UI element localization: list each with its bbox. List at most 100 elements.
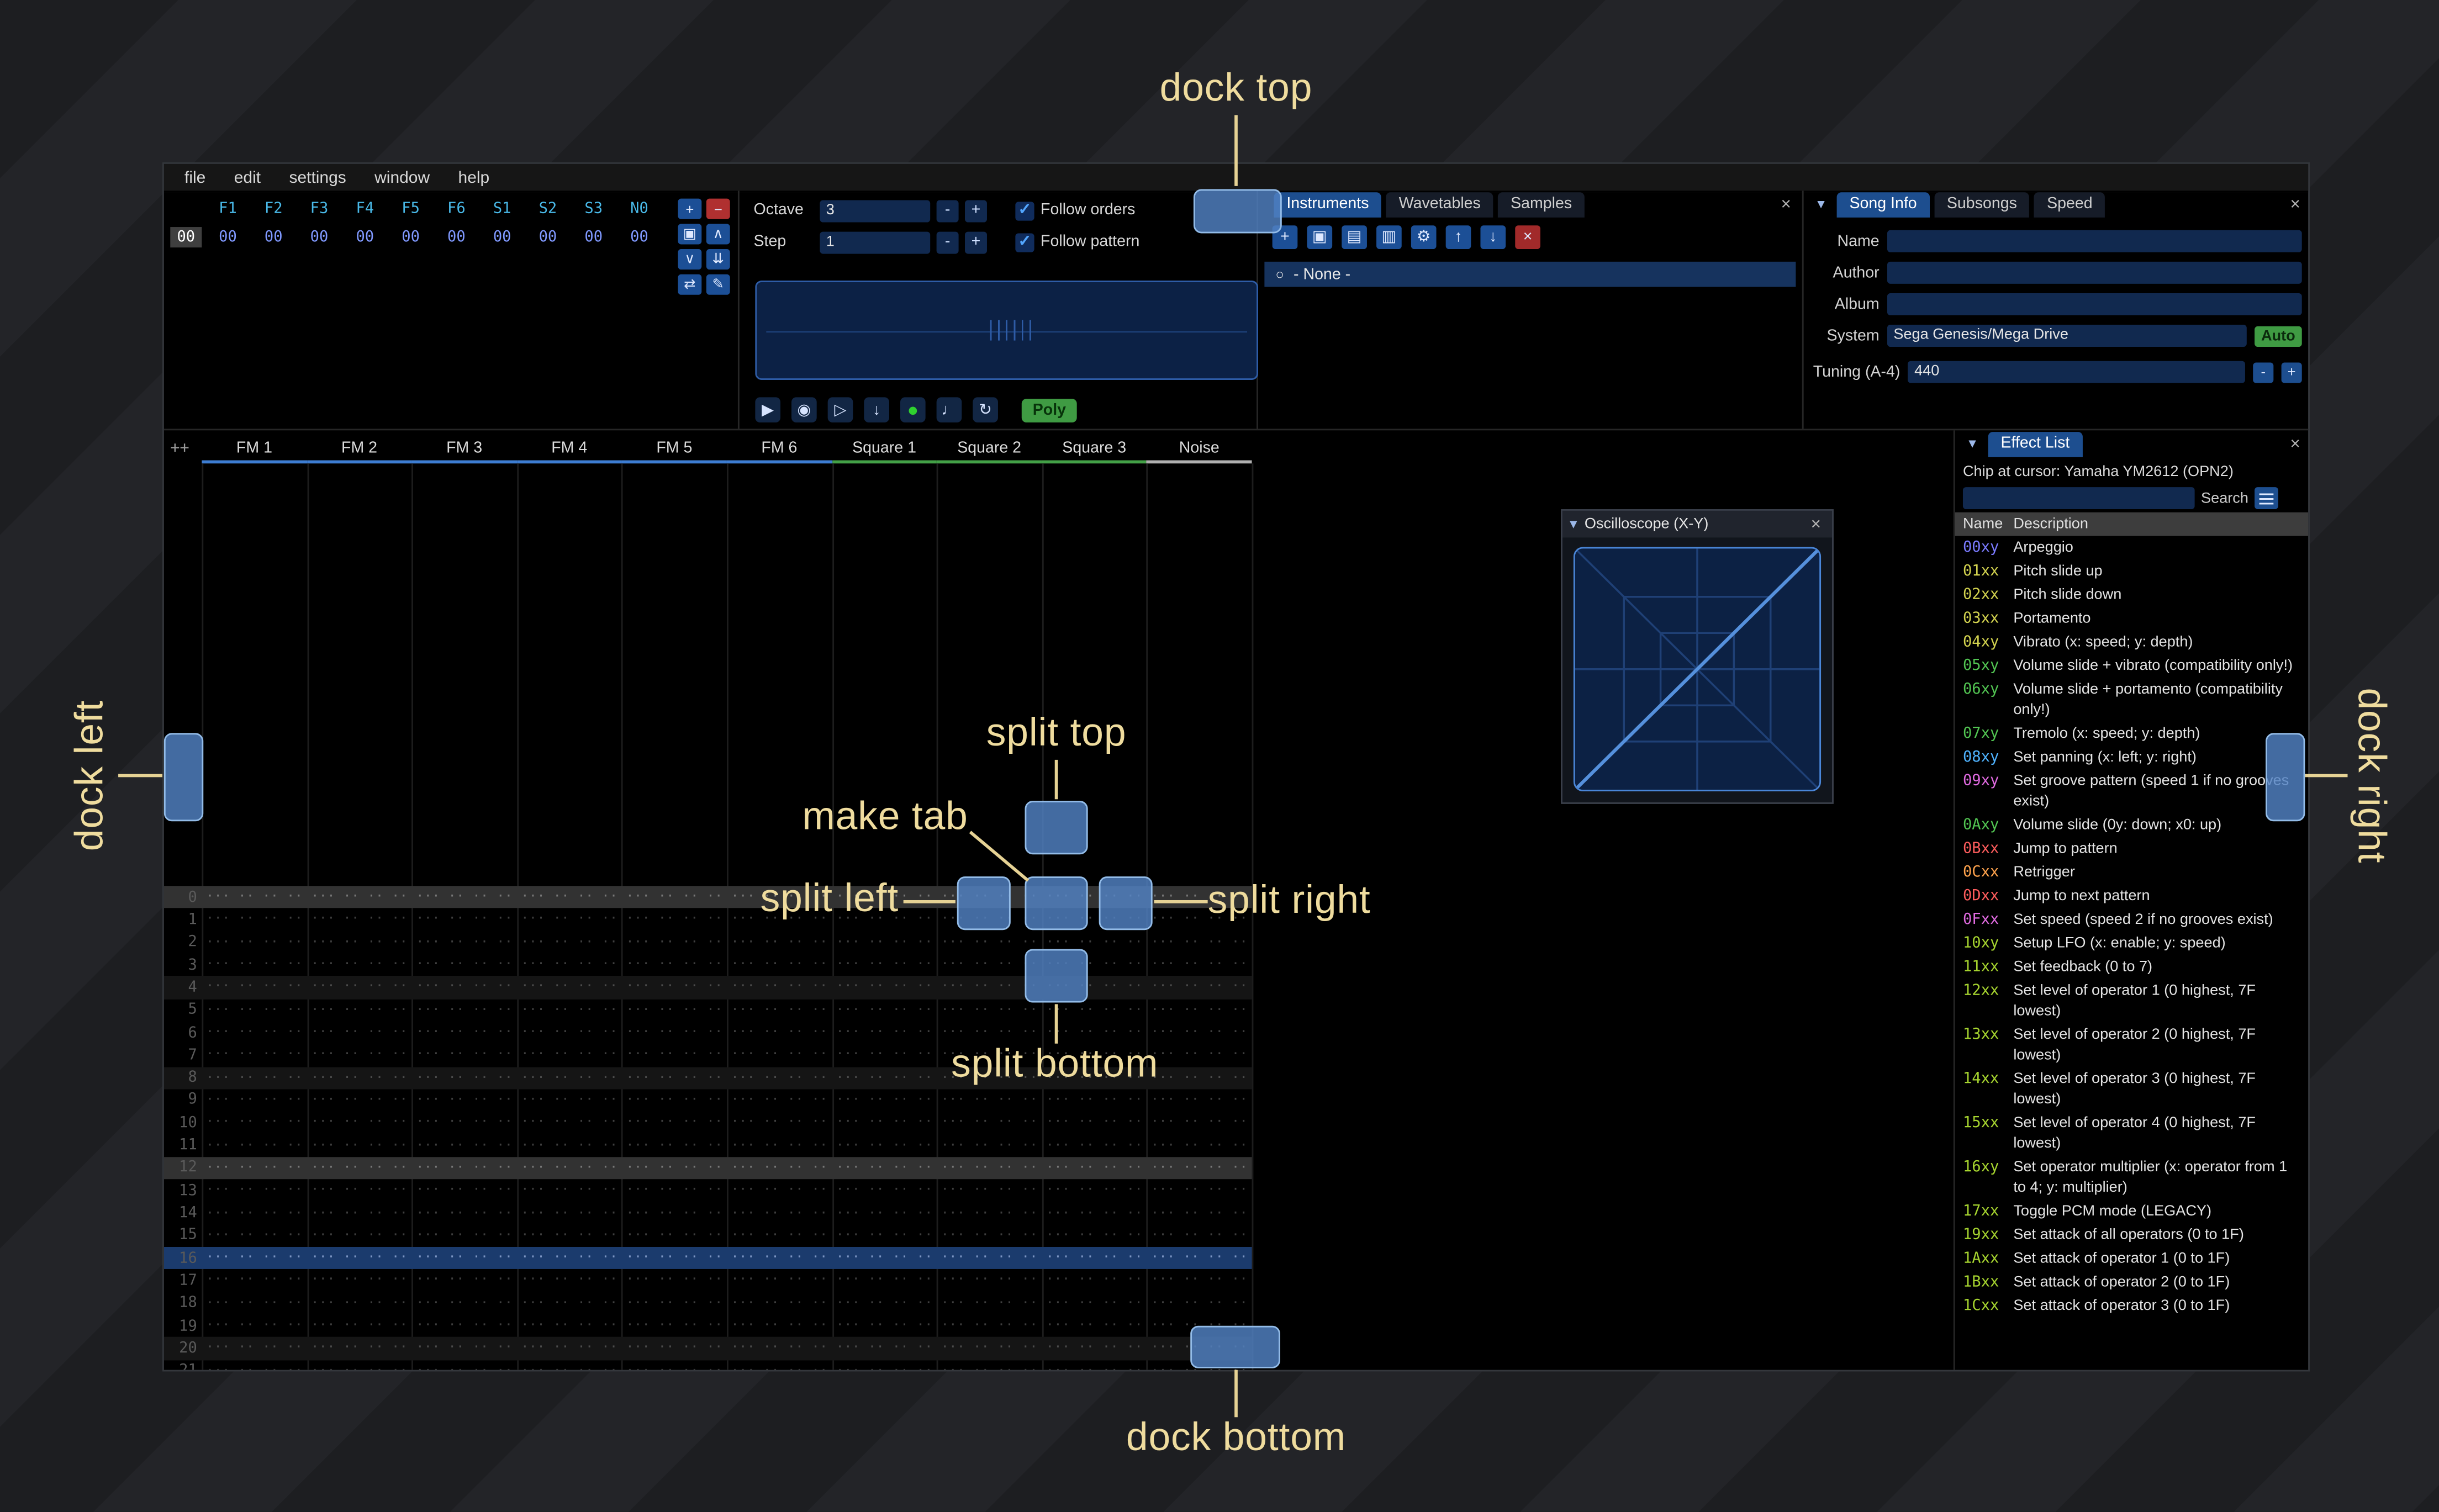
pattern-cell[interactable]: ··· ·· ·· ·· (1042, 1138, 1147, 1154)
menu-item-edit[interactable]: edit (220, 168, 275, 187)
pattern-cell[interactable]: ··· ·· ·· ·· (202, 1296, 307, 1312)
order-move-down-button[interactable]: ∨ (678, 249, 702, 270)
order-change-all-button[interactable]: ⇄ (678, 274, 702, 295)
pattern-cell[interactable]: ··· ·· ·· ·· (307, 1318, 411, 1334)
effect-row[interactable]: 05xy Volume slide + vibrato (compatibilit… (1955, 654, 2308, 678)
pattern-cell[interactable]: ··· ·· ·· ·· (832, 1273, 937, 1289)
pattern-cell[interactable]: ··· ·· ·· ·· (202, 980, 307, 996)
tuning-increase-button[interactable]: + (2281, 362, 2302, 383)
pattern-cell[interactable]: ··· ·· ·· ·· (307, 1250, 411, 1266)
order-cell[interactable]: 00 (571, 229, 616, 246)
effect-row[interactable]: 03xx Portamento (1955, 607, 2308, 631)
pattern-cell[interactable]: ··· ·· ·· ·· (202, 1160, 307, 1176)
channel-header-noise[interactable]: Noise (1147, 437, 1252, 464)
oscilloscope-titlebar[interactable]: ▼ Oscilloscope (X-Y) × (1562, 510, 1833, 538)
tab-speed[interactable]: Speed (2034, 192, 2105, 218)
effect-row[interactable]: 0Cxx Retrigger (1955, 861, 2308, 885)
pattern-cell[interactable]: ··· ·· ·· ·· (937, 934, 1042, 950)
pattern-cell[interactable]: ··· ·· ·· ·· (202, 1002, 307, 1018)
pattern-cell[interactable]: ··· ·· ·· ·· (1042, 1183, 1147, 1199)
pattern-cell[interactable]: ··· ·· ·· ·· (1147, 1183, 1252, 1199)
pattern-cell[interactable]: ··· ·· ·· ·· (412, 1318, 517, 1334)
pattern-cell[interactable]: ··· ·· ·· ·· (727, 980, 832, 996)
pattern-cell[interactable]: ··· ·· ·· ·· (517, 1341, 622, 1357)
order-cell[interactable]: 00 (388, 229, 434, 246)
pattern-cell[interactable]: ··· ·· ·· ·· (727, 1160, 832, 1176)
tab-song-info[interactable]: Song Info (1836, 192, 1930, 218)
pattern-cell[interactable]: ··· ·· ·· ·· (832, 957, 937, 973)
pattern-cell[interactable]: ··· ·· ·· ·· (202, 1205, 307, 1221)
pattern-cell[interactable]: ··· ·· ·· ·· (517, 1115, 622, 1131)
octave-increase-button[interactable]: + (965, 199, 987, 222)
effect-row[interactable]: 15xx Set level of operator 4 (0 highest, … (1955, 1111, 2308, 1155)
pattern-cell[interactable]: ··· ·· ·· ·· (622, 1047, 727, 1063)
menu-item-window[interactable]: window (360, 168, 444, 187)
order-cell[interactable]: 00 (342, 229, 388, 246)
play-button[interactable]: ▶ (755, 397, 781, 423)
pattern-cell[interactable]: ··· ·· ·· ·· (832, 1363, 937, 1370)
auto-system-button[interactable]: Auto (2255, 325, 2302, 346)
pattern-cell[interactable]: ··· ·· ·· ·· (307, 912, 411, 928)
channel-header-fm-1[interactable]: FM 1 (202, 437, 307, 464)
pattern-cell[interactable]: ··· ·· ·· ·· (517, 1273, 622, 1289)
pattern-cell[interactable]: ··· ·· ·· ·· (937, 1228, 1042, 1244)
album-field[interactable] (1887, 293, 2302, 315)
pattern-cell[interactable]: ··· ·· ·· ·· (727, 1002, 832, 1018)
pattern-cell[interactable]: ··· ·· ·· ·· (727, 1047, 832, 1063)
dock-right-target[interactable] (2266, 733, 2305, 822)
order-row-index[interactable]: 00 (170, 227, 202, 248)
effect-row[interactable]: 04xy Vibrato (x: speed; y: depth) (1955, 631, 2308, 654)
split-bottom-target[interactable] (1025, 949, 1088, 1003)
pattern-cell[interactable]: ··· ·· ·· ·· (937, 1205, 1042, 1221)
pattern-cell[interactable]: ··· ·· ·· ·· (1042, 1250, 1147, 1266)
pattern-cell[interactable]: ··· ·· ·· ·· (517, 1296, 622, 1312)
pattern-cell[interactable]: ··· ·· ·· ·· (517, 1138, 622, 1154)
order-cell[interactable]: 00 (434, 229, 479, 246)
octave-input[interactable]: 3 (820, 199, 931, 222)
pattern-cell[interactable]: ··· ·· ·· ·· (202, 1363, 307, 1370)
piano-widget[interactable] (755, 281, 1258, 380)
author-field[interactable] (1887, 261, 2302, 284)
instrument-move-up-button[interactable]: ↑ (1445, 225, 1471, 250)
pattern-cell[interactable]: ··· ·· ·· ·· (622, 1273, 727, 1289)
channel-header-fm-3[interactable]: FM 3 (411, 437, 517, 464)
pattern-cell[interactable]: ··· ·· ·· ·· (1042, 1296, 1147, 1312)
split-top-target[interactable] (1025, 801, 1088, 855)
close-icon[interactable]: × (1781, 195, 1791, 214)
order-duplicate-button[interactable]: ▣ (678, 224, 702, 245)
pattern-cell[interactable]: ··· ·· ·· ·· (202, 1341, 307, 1357)
effect-row[interactable]: 11xx Set feedback (0 to 7) (1955, 955, 2308, 979)
pattern-cell[interactable]: ··· ·· ·· ·· (517, 1205, 622, 1221)
pattern-cell[interactable]: ··· ·· ·· ·· (937, 1318, 1042, 1334)
effect-row[interactable]: 00xy Arpeggio (1955, 536, 2308, 560)
pattern-cell[interactable]: ··· ·· ·· ·· (937, 1115, 1042, 1131)
pattern-cell[interactable]: ··· ·· ·· ·· (1042, 1273, 1147, 1289)
pattern-cell[interactable]: ··· ·· ·· ·· (517, 980, 622, 996)
close-icon[interactable]: × (1811, 515, 1821, 533)
pattern-cell[interactable]: ··· ·· ·· ·· (622, 1228, 727, 1244)
pattern-cell[interactable]: ··· ·· ·· ·· (622, 934, 727, 950)
effect-row[interactable]: 16xy Set operator multiplier (x: operator… (1955, 1155, 2308, 1199)
pattern-cell[interactable]: ··· ·· ·· ·· (517, 1002, 622, 1018)
pattern-cell[interactable]: ··· ·· ·· ·· (1042, 1115, 1147, 1131)
system-field[interactable]: Sega Genesis/Mega Drive (1887, 325, 2247, 347)
instrument-list-item[interactable]: ○ - None - (1264, 261, 1796, 287)
pattern-cell[interactable]: ··· ·· ·· ·· (1042, 1092, 1147, 1108)
effect-row[interactable]: 09xy Set groove pattern (speed 1 if no gr… (1955, 769, 2308, 813)
pattern-cell[interactable]: ··· ·· ·· ·· (622, 1092, 727, 1108)
pattern-cell[interactable]: ··· ·· ·· ·· (832, 1025, 937, 1041)
pattern-cell[interactable]: ··· ·· ·· ·· (1147, 957, 1252, 973)
effect-row[interactable]: 0Fxx Set speed (speed 2 if no grooves exi… (1955, 908, 2308, 932)
pattern-cell[interactable]: ··· ·· ·· ·· (307, 1160, 411, 1176)
step-decrease-button[interactable]: - (936, 231, 959, 253)
pattern-cell[interactable]: ··· ·· ·· ·· (622, 1205, 727, 1221)
pattern-cell[interactable]: ··· ·· ·· ·· (412, 912, 517, 928)
instrument-move-down-button[interactable]: ↓ (1480, 225, 1506, 250)
pattern-cell[interactable]: ··· ·· ·· ·· (1147, 1205, 1252, 1221)
pattern-cell[interactable]: ··· ·· ·· ·· (622, 1025, 727, 1041)
pattern-cell[interactable]: ··· ·· ·· ·· (832, 1318, 937, 1334)
effect-row[interactable]: 12xx Set level of operator 1 (0 highest, … (1955, 979, 2308, 1023)
effect-row[interactable]: 1Axx Set attack of operator 1 (0 to 1F) (1955, 1247, 2308, 1271)
pattern-cell[interactable]: ··· ·· ·· ·· (832, 1205, 937, 1221)
tuning-decrease-button[interactable]: - (2253, 362, 2274, 383)
